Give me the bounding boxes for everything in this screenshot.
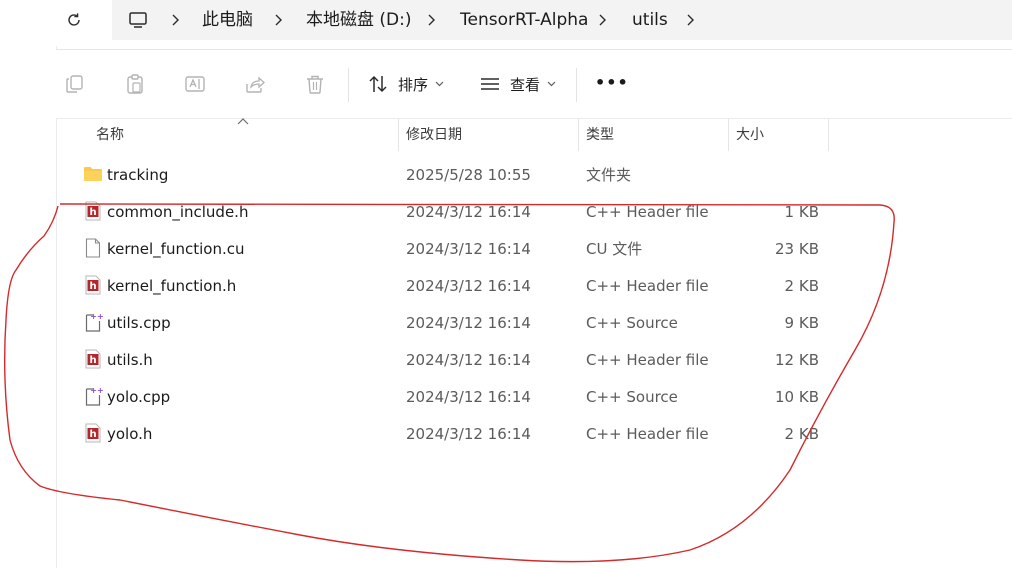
svg-text:h: h bbox=[89, 429, 96, 440]
svg-text:h: h bbox=[89, 281, 96, 292]
file-type: CU 文件 bbox=[586, 240, 643, 258]
file-type: C++ Source bbox=[586, 388, 678, 406]
list-item[interactable]: h utils.h 2024/3/12 16:14 C++ Header fil… bbox=[56, 341, 819, 378]
sort-button[interactable]: 排序 bbox=[398, 76, 428, 94]
file-type: C++ Header file bbox=[586, 351, 709, 369]
address-bar-area: 此电脑 本地磁盘 (D:) TensorRT-Alpha utils bbox=[56, 0, 1012, 46]
file-date: 2024/3/12 16:14 bbox=[406, 388, 531, 406]
file-explorer-window: 此电脑 本地磁盘 (D:) TensorRT-Alpha utils 排序 查看… bbox=[0, 0, 1012, 568]
share-icon[interactable] bbox=[244, 73, 266, 95]
command-bar: 排序 查看 ••• bbox=[56, 50, 1012, 118]
blank-file-icon bbox=[85, 238, 101, 258]
list-item[interactable]: h kernel_function.h 2024/3/12 16:14 C++ … bbox=[56, 267, 819, 304]
chevron-right-icon[interactable] bbox=[169, 12, 183, 28]
file-type: C++ Header file bbox=[586, 425, 709, 443]
breadcrumb[interactable]: 此电脑 本地磁盘 (D:) TensorRT-Alpha utils bbox=[112, 0, 1012, 40]
copy-icon[interactable] bbox=[64, 73, 86, 95]
toolbar-separator bbox=[576, 68, 577, 102]
file-type: C++ Header file bbox=[586, 203, 709, 221]
file-name: utils.cpp bbox=[107, 314, 171, 332]
refresh-icon bbox=[68, 13, 80, 26]
chevron-right-icon[interactable] bbox=[425, 12, 439, 28]
file-size: 12 KB bbox=[775, 351, 819, 369]
file-size: 23 KB bbox=[775, 240, 819, 258]
column-header-type[interactable]: 类型 bbox=[586, 127, 614, 143]
more-options-button[interactable]: ••• bbox=[595, 74, 629, 92]
list-item[interactable]: ++ yolo.cpp 2024/3/12 16:14 C++ Source 1… bbox=[56, 378, 819, 415]
list-item[interactable]: h common_include.h 2024/3/12 16:14 C++ H… bbox=[56, 193, 819, 230]
column-header-name[interactable]: 名称 bbox=[96, 127, 124, 143]
sort-icon[interactable] bbox=[367, 73, 389, 95]
file-size: 9 KB bbox=[784, 314, 819, 332]
column-separator[interactable] bbox=[828, 119, 829, 151]
file-name: common_include.h bbox=[107, 203, 249, 221]
column-header-date[interactable]: 修改日期 bbox=[406, 127, 462, 143]
list-item[interactable]: kernel_function.cu 2024/3/12 16:14 CU 文件… bbox=[56, 230, 819, 267]
list-item[interactable]: ++ utils.cpp 2024/3/12 16:14 C++ Source … bbox=[56, 304, 819, 341]
chevron-right-icon[interactable] bbox=[272, 12, 286, 28]
view-button[interactable]: 查看 bbox=[510, 76, 540, 94]
breadcrumb-item-tensorrt-alpha[interactable]: TensorRT-Alpha bbox=[460, 10, 588, 30]
file-name: kernel_function.cu bbox=[107, 240, 245, 258]
file-date: 2024/3/12 16:14 bbox=[406, 203, 531, 221]
file-date: 2024/3/12 16:14 bbox=[406, 314, 531, 332]
file-date: 2024/3/12 16:14 bbox=[406, 240, 531, 258]
sort-ascending-icon bbox=[237, 118, 249, 125]
svg-text:++: ++ bbox=[90, 386, 103, 395]
chevron-right-icon[interactable] bbox=[596, 12, 610, 28]
file-name: yolo.h bbox=[107, 425, 153, 443]
file-name: utils.h bbox=[107, 351, 153, 369]
delete-icon[interactable] bbox=[304, 73, 326, 95]
computer-icon[interactable] bbox=[128, 10, 148, 30]
svg-text:++: ++ bbox=[90, 312, 103, 321]
breadcrumb-item-utils[interactable]: utils bbox=[632, 10, 668, 30]
rename-icon[interactable] bbox=[184, 73, 206, 95]
cpp-file-icon: ++ bbox=[85, 312, 103, 332]
file-name: tracking bbox=[107, 166, 169, 184]
column-header-row: 名称 修改日期 类型 大小 bbox=[56, 118, 1012, 151]
navigation-pane bbox=[0, 0, 57, 568]
svg-text:h: h bbox=[89, 207, 96, 218]
column-separator[interactable] bbox=[578, 119, 579, 151]
header-file-icon: h bbox=[85, 349, 101, 369]
file-size: 10 KB bbox=[775, 388, 819, 406]
cpp-file-icon: ++ bbox=[85, 386, 103, 406]
file-size: 2 KB bbox=[784, 425, 819, 443]
file-type: C++ Source bbox=[586, 314, 678, 332]
view-icon[interactable] bbox=[479, 73, 501, 95]
chevron-down-icon[interactable] bbox=[547, 81, 556, 87]
toolbar-separator bbox=[348, 68, 349, 102]
folder-icon bbox=[84, 167, 102, 181]
chevron-right-icon[interactable] bbox=[684, 12, 698, 28]
list-item[interactable]: tracking 2025/5/28 10:55 文件夹 bbox=[56, 156, 816, 193]
chevron-down-icon[interactable] bbox=[435, 81, 444, 87]
column-header-size[interactable]: 大小 bbox=[736, 127, 764, 143]
file-type: 文件夹 bbox=[586, 166, 632, 184]
file-type: C++ Header file bbox=[586, 277, 709, 295]
refresh-button[interactable] bbox=[60, 6, 88, 34]
file-date: 2024/3/12 16:14 bbox=[406, 277, 531, 295]
file-size: 1 KB bbox=[784, 203, 819, 221]
file-date: 2025/5/28 10:55 bbox=[406, 166, 531, 184]
svg-text:h: h bbox=[89, 355, 96, 366]
breadcrumb-item-this-pc[interactable]: 此电脑 bbox=[202, 10, 253, 30]
file-date: 2024/3/12 16:14 bbox=[406, 425, 531, 443]
list-item[interactable]: h yolo.h 2024/3/12 16:14 C++ Header file… bbox=[56, 415, 819, 452]
file-name: kernel_function.h bbox=[107, 277, 237, 295]
file-name: yolo.cpp bbox=[107, 388, 171, 406]
file-size: 2 KB bbox=[784, 277, 819, 295]
file-date: 2024/3/12 16:14 bbox=[406, 351, 531, 369]
header-file-icon: h bbox=[85, 275, 101, 295]
column-separator[interactable] bbox=[728, 119, 729, 151]
breadcrumb-item-drive-d[interactable]: 本地磁盘 (D:) bbox=[306, 10, 412, 30]
header-file-icon: h bbox=[85, 423, 101, 443]
paste-icon[interactable] bbox=[124, 73, 146, 95]
column-separator[interactable] bbox=[398, 119, 399, 151]
header-file-icon: h bbox=[85, 201, 101, 221]
